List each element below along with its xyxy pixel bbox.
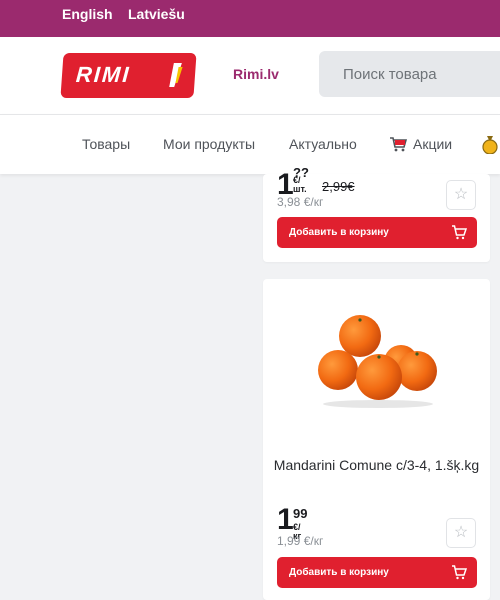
nav-item-products[interactable]: Товары bbox=[62, 136, 130, 152]
cart-icon bbox=[452, 225, 467, 240]
rimi-lv-link[interactable]: Rimi.lv bbox=[233, 66, 279, 82]
price: 1 99 €/кг bbox=[277, 503, 307, 541]
nav-item-label: Товары bbox=[82, 136, 131, 152]
product-card: 1 ?? €/шт. 2,99€ 3,98 €/кг ☆ Добавить в … bbox=[263, 166, 490, 262]
language-bar: English Latviešu bbox=[0, 0, 500, 37]
grid-icon bbox=[62, 137, 76, 151]
logo-text: RIMI bbox=[75, 62, 132, 87]
price-per-unit: 3,98 €/кг bbox=[277, 195, 324, 209]
nav-item-my-products[interactable]: Мои продукты bbox=[163, 136, 255, 152]
rimi-logo[interactable]: RIMI bbox=[60, 53, 197, 98]
old-price: 2,99€ bbox=[322, 179, 355, 194]
product-card[interactable]: Mandarini Comune c/3-4, 1.šķ.kg 1 99 €/к… bbox=[263, 279, 490, 600]
add-to-cart-button[interactable]: Добавить в корзину bbox=[277, 217, 477, 248]
coin-bag-icon bbox=[482, 136, 498, 154]
nav-item-label: Мои продукты bbox=[163, 136, 256, 152]
nav-item-offers[interactable]: Акции bbox=[389, 136, 452, 152]
nav-item-label: Акции bbox=[413, 136, 453, 152]
price-integer: 1 bbox=[277, 503, 294, 536]
product-image[interactable] bbox=[313, 314, 443, 409]
language-latvian-link[interactable]: Latviešu bbox=[128, 6, 185, 22]
logo-mark-icon bbox=[169, 63, 183, 87]
nav-item-actual[interactable]: Актуально bbox=[289, 136, 357, 152]
nav-item-label: Актуально bbox=[289, 136, 357, 152]
star-icon: ☆ bbox=[453, 186, 469, 203]
price-fraction: 99 bbox=[293, 506, 308, 521]
star-icon: ☆ bbox=[453, 524, 469, 541]
price-per-unit: 1,99 €/кг bbox=[277, 534, 324, 548]
nav-item-bonus[interactable] bbox=[480, 134, 500, 154]
product-name[interactable]: Mandarini Comune c/3-4, 1.šķ.kg bbox=[273, 455, 480, 475]
add-to-cart-button[interactable]: Добавить в корзину bbox=[277, 557, 477, 588]
cart-icon bbox=[390, 137, 407, 152]
cart-icon bbox=[452, 565, 467, 580]
search-input[interactable] bbox=[319, 51, 500, 97]
add-to-cart-label: Добавить в корзину bbox=[289, 567, 389, 578]
favorite-button[interactable]: ☆ bbox=[446, 518, 476, 548]
site-header: RIMI Rimi.lv bbox=[0, 37, 500, 114]
price-unit: €/шт. bbox=[293, 175, 307, 194]
main-nav: Товары Мои продукты Актуально Акции bbox=[0, 114, 500, 174]
add-to-cart-label: Добавить в корзину bbox=[289, 227, 389, 238]
language-english-link[interactable]: English bbox=[62, 6, 113, 22]
favorite-button[interactable]: ☆ bbox=[446, 180, 476, 210]
